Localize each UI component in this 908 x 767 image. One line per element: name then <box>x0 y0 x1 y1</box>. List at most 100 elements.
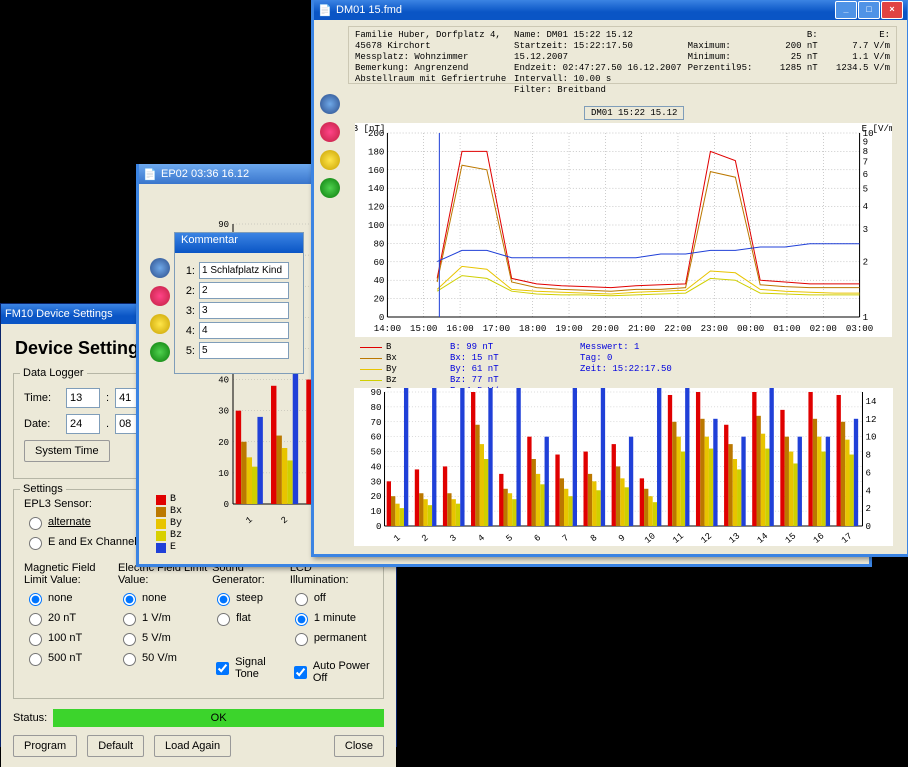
ef-50vm-radio[interactable]: 50 V/m <box>118 650 212 666</box>
svg-text:17: 17 <box>839 530 855 545</box>
status-value: OK <box>53 709 384 727</box>
svg-text:40: 40 <box>370 462 381 473</box>
svg-text:16: 16 <box>811 530 827 545</box>
lcd-permanent-radio[interactable]: permanent <box>290 630 373 646</box>
lcd-1min-radio[interactable]: 1 minute <box>290 610 373 626</box>
kommentar-header[interactable]: Kommentar <box>175 233 303 253</box>
default-button[interactable]: Default <box>87 735 144 757</box>
dm01-bar-chart: 0102030405060708090024681012141234567891… <box>354 388 893 546</box>
close-window-button[interactable]: × <box>881 1 903 19</box>
dm01-title: DM01 15.fmd <box>336 4 835 16</box>
svg-text:B [nT]: B [nT] <box>355 123 385 134</box>
svg-text:8: 8 <box>863 146 868 157</box>
svg-text:60: 60 <box>370 432 381 443</box>
minimize-button[interactable]: _ <box>835 1 857 19</box>
header-address: Familie Huber, Dorfplatz 4, 45678 Kircho… <box>355 30 514 85</box>
svg-text:40: 40 <box>218 376 229 386</box>
document-icon: 📄 <box>143 167 157 181</box>
svg-text:0: 0 <box>379 312 384 323</box>
tool-radioactive-icon[interactable] <box>320 150 340 170</box>
kommentar-input[interactable] <box>199 262 289 279</box>
svg-text:6: 6 <box>532 532 543 544</box>
data-logger-legend: Data Logger <box>20 367 87 379</box>
kommentar-row: 5: <box>181 342 297 359</box>
svg-text:140: 140 <box>368 183 384 194</box>
svg-text:6: 6 <box>866 467 871 478</box>
svg-text:5: 5 <box>863 183 868 194</box>
mf-20nt-radio[interactable]: 20 nT <box>24 610 118 626</box>
sound-flat-radio[interactable]: flat <box>212 610 290 626</box>
kommentar-input[interactable] <box>199 322 289 339</box>
lcd-off-radio[interactable]: off <box>290 590 373 606</box>
svg-text:80: 80 <box>373 238 384 249</box>
mf-none-radio[interactable]: none <box>24 590 118 606</box>
svg-text:10: 10 <box>866 432 877 443</box>
tool-magnet-icon[interactable] <box>150 286 170 306</box>
svg-text:11: 11 <box>670 530 686 545</box>
svg-text:12: 12 <box>866 414 877 425</box>
svg-text:6: 6 <box>863 169 868 180</box>
svg-text:1: 1 <box>391 532 402 544</box>
ef-5vm-radio[interactable]: 5 V/m <box>118 630 212 646</box>
dm01-titlebar[interactable]: 📄 DM01 15.fmd _ □ × <box>314 0 907 20</box>
ep02-legend: BBxByBzE <box>156 494 182 554</box>
svg-text:16:00: 16:00 <box>446 323 473 334</box>
tool-globe-icon[interactable] <box>150 342 170 362</box>
ef-none-radio[interactable]: none <box>118 590 212 606</box>
svg-text:20: 20 <box>373 294 384 305</box>
tool-globe-icon[interactable] <box>320 178 340 198</box>
tool-compass-icon[interactable] <box>320 94 340 114</box>
svg-text:12: 12 <box>698 530 714 545</box>
kommentar-input[interactable] <box>199 282 289 299</box>
kommentar-input[interactable] <box>199 342 289 359</box>
svg-text:8: 8 <box>866 450 871 461</box>
epl3-eex-radio[interactable]: E and Ex Channel <box>24 534 137 550</box>
load-again-button[interactable]: Load Again <box>154 735 231 757</box>
svg-text:3: 3 <box>448 532 459 544</box>
svg-text:7: 7 <box>863 157 868 168</box>
svg-text:20: 20 <box>370 491 381 502</box>
svg-text:03:00: 03:00 <box>846 323 873 334</box>
svg-text:23:00: 23:00 <box>701 323 728 334</box>
svg-text:60: 60 <box>373 257 384 268</box>
svg-text:01:00: 01:00 <box>773 323 800 334</box>
svg-text:10: 10 <box>642 530 658 545</box>
svg-text:30: 30 <box>218 407 229 417</box>
kommentar-input[interactable] <box>199 302 289 319</box>
program-button[interactable]: Program <box>13 735 77 757</box>
svg-text:0: 0 <box>223 500 228 510</box>
auto-power-off-checkbox[interactable]: Auto Power Off <box>290 660 373 684</box>
svg-text:90: 90 <box>370 388 381 398</box>
epl3-alternate-radio[interactable]: alternate <box>24 514 137 530</box>
document-icon: 📄 <box>318 3 332 17</box>
mf-500nt-radio[interactable]: 500 nT <box>24 650 118 666</box>
sound-steep-radio[interactable]: steep <box>212 590 290 606</box>
signal-tone-checkbox[interactable]: Signal Tone <box>212 656 290 680</box>
ef-1vm-radio[interactable]: 1 V/m <box>118 610 212 626</box>
svg-text:4: 4 <box>866 485 871 496</box>
svg-text:0: 0 <box>866 521 871 532</box>
svg-text:160: 160 <box>368 165 384 176</box>
tool-compass-icon[interactable] <box>150 258 170 278</box>
svg-text:40: 40 <box>373 275 384 286</box>
svg-text:E [V/m]: E [V/m] <box>862 123 892 134</box>
dm01-plot-button[interactable]: DM01 15:22 15.12 <box>584 106 684 120</box>
dm01-window: 📄 DM01 15.fmd _ □ × Familie Huber, Dorfp… <box>311 0 908 557</box>
epl3-label: EPL3 Sensor: <box>24 498 137 510</box>
svg-text:14: 14 <box>755 530 771 545</box>
tool-radioactive-icon[interactable] <box>150 314 170 334</box>
close-button[interactable]: Close <box>334 735 384 757</box>
date-day-input[interactable] <box>66 414 100 434</box>
svg-text:80: 80 <box>370 402 381 413</box>
mf-100nt-radio[interactable]: 100 nT <box>24 630 118 646</box>
tool-magnet-icon[interactable] <box>320 122 340 142</box>
svg-text:180: 180 <box>368 146 384 157</box>
svg-text:20: 20 <box>218 438 229 448</box>
system-time-button[interactable]: System Time <box>24 440 110 462</box>
maximize-button[interactable]: □ <box>858 1 880 19</box>
kommentar-row: 2: <box>181 282 297 299</box>
svg-text:5: 5 <box>504 532 515 544</box>
time-hours-input[interactable] <box>66 388 100 408</box>
svg-text:18:00: 18:00 <box>519 323 546 334</box>
status-label: Status: <box>13 712 47 724</box>
